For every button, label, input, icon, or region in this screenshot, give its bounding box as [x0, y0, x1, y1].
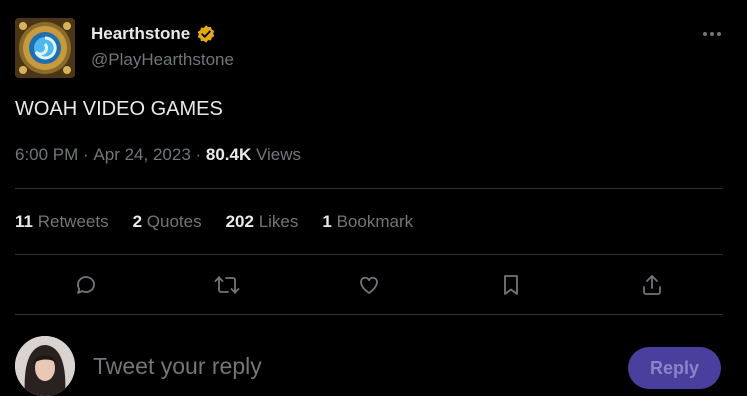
stat-quotes[interactable]: 2 Quotes	[133, 212, 202, 232]
stat-retweets[interactable]: 11 Retweets	[15, 212, 109, 232]
hearthstone-logo-icon	[15, 18, 75, 78]
verified-badge-icon[interactable]	[196, 24, 216, 44]
more-options-icon[interactable]	[699, 22, 725, 46]
stat-likes[interactable]: 202 Likes	[226, 212, 299, 232]
retweet-icon[interactable]	[204, 262, 250, 308]
author-avatar[interactable]	[15, 18, 75, 78]
stat-count: 2	[132, 212, 143, 231]
divider	[15, 254, 723, 255]
meta-separator: ·	[78, 145, 94, 164]
tweet-text: WOAH VIDEO GAMES	[15, 98, 223, 120]
author-name-row: Hearthstone	[91, 24, 216, 44]
engagement-stats: 11 Retweets 2 Quotes 202 Likes 1 Bookmar…	[15, 212, 437, 232]
stat-label: Quotes	[142, 212, 202, 231]
meta-separator: ·	[190, 145, 206, 164]
views-label: Views	[251, 145, 302, 164]
author-display-name[interactable]: Hearthstone	[91, 24, 190, 44]
share-icon[interactable]	[629, 262, 675, 308]
divider	[15, 314, 723, 315]
stat-count: 1	[322, 212, 332, 231]
divider	[15, 188, 723, 189]
action-bar	[15, 262, 723, 308]
stat-label: Bookmark	[331, 212, 414, 231]
stat-bookmarks[interactable]: 1 Bookmark	[322, 212, 413, 232]
tweet-time[interactable]: 6:00 PM	[15, 145, 78, 165]
stat-label: Likes	[253, 212, 299, 231]
reply-button[interactable]: Reply	[628, 347, 721, 389]
current-user-avatar[interactable]	[15, 336, 75, 396]
tweet-meta: 6:00 PM · Apr 24, 2023 · 80.4K Views	[15, 145, 301, 165]
bookmark-icon[interactable]	[488, 262, 534, 308]
like-icon[interactable]	[346, 262, 392, 308]
author-handle[interactable]: @PlayHearthstone	[91, 50, 234, 70]
reply-icon[interactable]	[63, 262, 109, 308]
reply-input[interactable]	[91, 352, 595, 381]
stat-label: Retweets	[32, 212, 109, 231]
tweet-date[interactable]: Apr 24, 2023	[93, 145, 190, 165]
views-count: 80.4K	[205, 145, 252, 164]
stat-count: 202	[225, 212, 254, 231]
stat-count: 11	[15, 212, 33, 231]
